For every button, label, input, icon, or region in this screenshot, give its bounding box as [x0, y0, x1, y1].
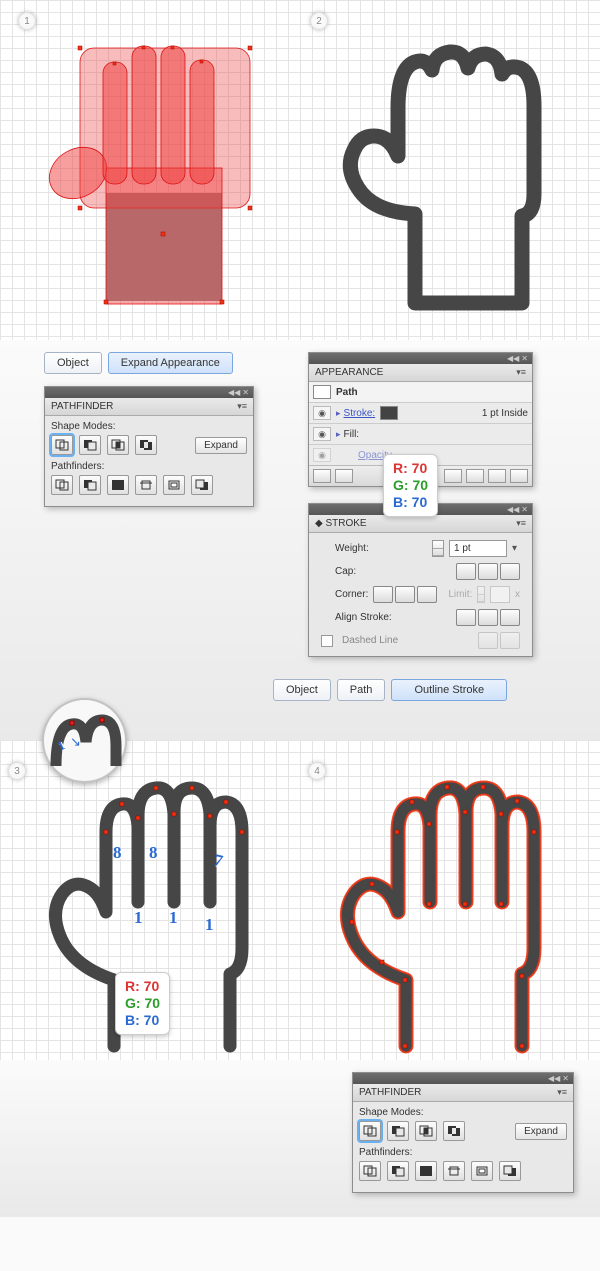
crop-icon[interactable] [443, 1161, 465, 1181]
appearance-title: APPEARANCE▾≡ [309, 364, 532, 382]
intersect-icon[interactable] [415, 1121, 437, 1141]
panel-menu-icon[interactable]: ▾≡ [557, 1087, 567, 1098]
clear-icon[interactable] [466, 469, 484, 483]
minus-back-icon[interactable] [499, 1161, 521, 1181]
stroke-panel: ◀◀✕ ◆ STROKE▾≡ Weight:1 pt▾ Cap: Corner:… [308, 503, 533, 657]
limit-spinner [477, 586, 485, 603]
canvas-4: 4 [300, 740, 600, 1060]
no-selection-swatch [313, 385, 331, 399]
hand-outline-closed [310, 18, 570, 318]
pathfinder-title: PATHFINDER▾≡ [45, 398, 253, 416]
menu-bar-left: Object Expand Appearance [44, 352, 278, 374]
panel-menu-icon[interactable]: ▾≡ [516, 367, 526, 378]
panel-menu-icon[interactable]: ▾≡ [516, 518, 526, 529]
canvas-row-2: 1 ↘ 3 8 8 7 1 1 1 R: 70 G: 70 B: 70 [0, 740, 600, 1060]
merge-icon[interactable] [107, 475, 129, 495]
rgb-g: G: 70 [393, 477, 428, 494]
hand-construction-shapes [20, 18, 280, 318]
annot-8a: 8 [113, 843, 122, 863]
panel-chrome: ◀◀✕ [309, 353, 532, 364]
stroke-link[interactable]: Stroke: [344, 408, 376, 419]
stroke-swatch[interactable] [380, 406, 398, 420]
disclosure-icon[interactable]: ▸ [336, 408, 341, 419]
footer-icon[interactable] [313, 469, 331, 483]
limit-label: Limit: [448, 589, 472, 600]
corner-label: Corner: [321, 589, 368, 600]
intersect-icon[interactable] [107, 435, 129, 455]
canvas-3: 3 8 8 7 1 1 1 R: 70 G: 70 B: 70 [0, 740, 300, 1060]
visibility-toggle-stroke[interactable]: ◉ [313, 406, 331, 420]
outline-stroke-button[interactable]: Outline Stroke [391, 679, 507, 701]
pathfinder-panel-2: ◀◀✕ PATHFINDER▾≡ Shape Modes: Expand Pat… [352, 1072, 574, 1193]
disclosure-icon[interactable]: ▸ [336, 429, 341, 440]
weight-spinner[interactable] [432, 540, 444, 557]
unite-icon[interactable] [359, 1121, 381, 1141]
pathfinders-label: Pathfinders: [51, 461, 247, 472]
annot-1c: 1 [205, 915, 214, 935]
fx-icon[interactable] [444, 469, 462, 483]
object-menu-button-2[interactable]: Object [273, 679, 331, 701]
outline-icon[interactable] [471, 1161, 493, 1181]
pathfinder-expand-button-2[interactable]: Expand [515, 1123, 567, 1140]
rgb-callout-2: R: 70 G: 70 B: 70 [115, 972, 170, 1035]
canvas-row-1: 1 [0, 0, 600, 340]
divide-icon[interactable] [51, 475, 73, 495]
panel-menu-icon[interactable]: ▾≡ [237, 401, 247, 412]
shape-modes-label-2: Shape Modes: [359, 1107, 567, 1118]
visibility-toggle-fill[interactable]: ◉ [313, 427, 331, 441]
new-icon[interactable] [488, 469, 506, 483]
trash-icon[interactable] [510, 469, 528, 483]
align-stroke-label: Align Stroke: [321, 612, 392, 623]
pathfinder-expand-button[interactable]: Expand [195, 437, 247, 454]
pathfinder-panel: ◀◀✕ PATHFINDER▾≡ Shape Modes: Expand Pat… [44, 386, 254, 507]
annot-1a: 1 [134, 908, 143, 928]
exclude-icon[interactable] [443, 1121, 465, 1141]
merge-icon[interactable] [415, 1161, 437, 1181]
trim-icon[interactable] [387, 1161, 409, 1181]
annot-1b: 1 [169, 908, 178, 928]
pathfinder-title-2: PATHFINDER▾≡ [353, 1084, 573, 1102]
minus-front-icon[interactable] [387, 1121, 409, 1141]
align-stroke-options[interactable] [456, 609, 520, 626]
canvas-1: 1 [0, 0, 300, 340]
hand-outlined-stroke [310, 760, 580, 1060]
appearance-path-label: Path [336, 387, 358, 398]
panel-section-top: Object Expand Appearance ◀◀✕ PATHFINDER▾… [0, 340, 600, 740]
stroke-title: ◆ STROKE▾≡ [309, 515, 532, 533]
divide-icon[interactable] [359, 1161, 381, 1181]
rgb-r: R: 70 [393, 460, 428, 477]
cap-options[interactable] [456, 563, 520, 580]
minus-front-icon[interactable] [79, 435, 101, 455]
expand-appearance-button[interactable]: Expand Appearance [108, 352, 233, 374]
stroke-value: 1 pt Inside [482, 408, 528, 419]
footer-icon[interactable] [335, 469, 353, 483]
cap-label: Cap: [321, 566, 356, 577]
minus-back-icon[interactable] [191, 475, 213, 495]
panel-section-bottom: ◀◀✕ PATHFINDER▾≡ Shape Modes: Expand Pat… [0, 1060, 600, 1217]
trim-icon[interactable] [79, 475, 101, 495]
unite-icon[interactable] [51, 435, 73, 455]
exclude-icon[interactable] [135, 435, 157, 455]
rgb-callout-1: R: 70 G: 70 B: 70 [383, 454, 438, 517]
dashed-label: Dashed Line [342, 635, 398, 646]
path-menu-button[interactable]: Path [337, 679, 386, 701]
crop-icon[interactable] [135, 475, 157, 495]
weight-field[interactable]: 1 pt [449, 540, 507, 557]
object-menu-button[interactable]: Object [44, 352, 102, 374]
fill-link[interactable]: Fill: [344, 429, 360, 440]
outline-icon[interactable] [163, 475, 185, 495]
panel-chrome: ◀◀✕ [353, 1073, 573, 1084]
menu-bar-right: Object Path Outline Stroke [273, 679, 578, 701]
weight-label: Weight: [321, 543, 369, 554]
pathfinders-label-2: Pathfinders: [359, 1147, 567, 1158]
rgb-b: B: 70 [393, 494, 428, 511]
canvas-2: 2 [300, 0, 600, 340]
dashed-checkbox[interactable] [321, 635, 333, 647]
corner-options[interactable] [373, 586, 437, 603]
limit-field [490, 586, 510, 603]
panel-chrome: ◀◀✕ [45, 387, 253, 398]
shape-modes-label: Shape Modes: [51, 421, 247, 432]
visibility-toggle-opacity[interactable]: ◉ [313, 448, 331, 462]
annot-8b: 8 [149, 843, 158, 863]
